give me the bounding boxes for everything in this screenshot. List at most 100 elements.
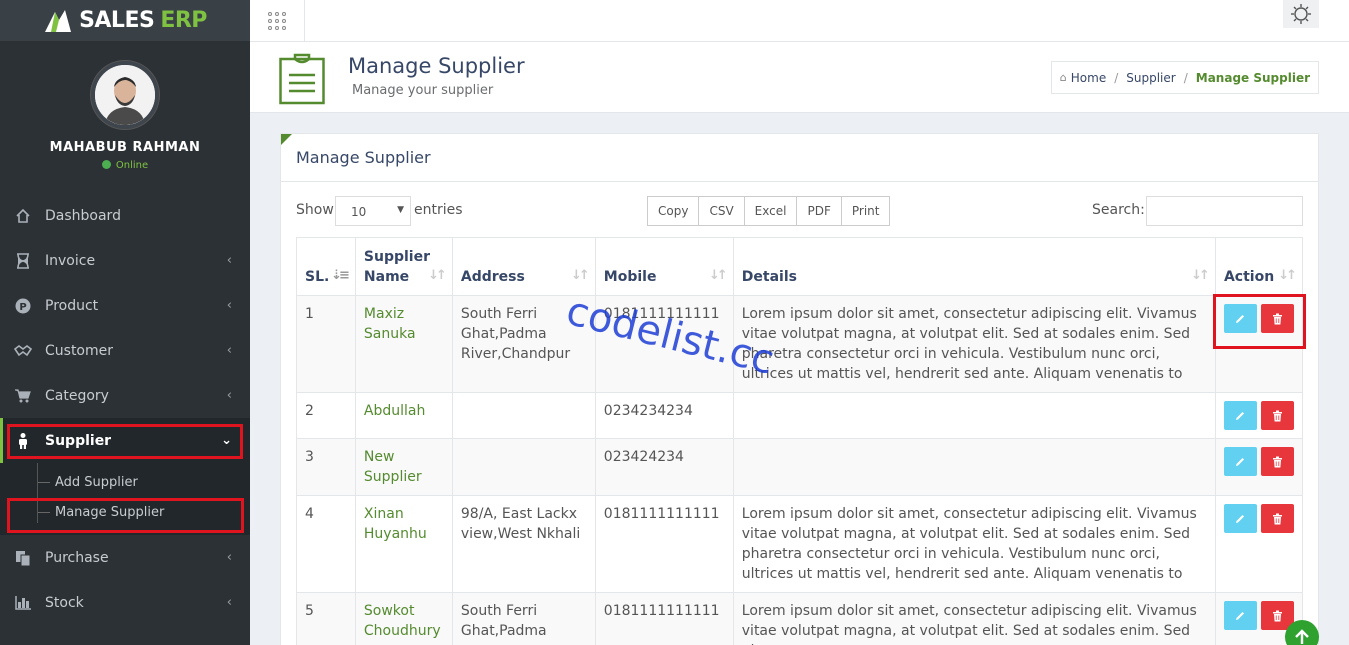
sidebar-nav: Dashboard Invoice ‹ P Product ‹ Customer… — [0, 193, 250, 625]
cart-icon — [14, 387, 32, 405]
table-header-row: SL. ⇣≡ Supplier Name ↓↑ Address ↓↑ Mobile ↓↑… — [296, 237, 1304, 296]
sidebar-item-purchase[interactable]: Purchase ‹ — [0, 535, 250, 580]
edit-button[interactable] — [1223, 447, 1257, 476]
sidebar: SALES ERP MAHABUB RAHMAN Online Dashboard — [0, 0, 250, 645]
submenu-tree-line — [37, 463, 38, 523]
cell-sl: 1 — [296, 295, 356, 393]
svg-text:P: P — [19, 302, 26, 313]
column-header-mobile[interactable]: Mobile ↓↑ — [594, 237, 734, 296]
cell-supplier-name[interactable]: Abdullah — [354, 392, 453, 439]
caret-down-icon: ▼ — [397, 205, 404, 215]
sidebar-item-customer[interactable]: Customer ‹ — [0, 328, 250, 373]
sidebar-item-supplier[interactable]: Supplier ⌄ — [0, 418, 250, 463]
delete-button[interactable] — [1260, 504, 1294, 533]
cell-supplier-name[interactable]: Xinan Huyanhu — [354, 495, 453, 593]
cell-supplier-name[interactable]: Sowkot Choudhury — [354, 592, 453, 645]
cell-details: Lorem ipsum dolor sit amet, consectetur … — [732, 295, 1216, 393]
csv-button[interactable]: CSV — [699, 197, 745, 225]
excel-button[interactable]: Excel — [745, 197, 798, 225]
settings-button[interactable] — [1283, 0, 1319, 28]
sidebar-item-label: Product — [45, 297, 99, 314]
table-controls: Show 10 ▼ entries Copy CSV Excel PDF Pri… — [296, 195, 1303, 227]
breadcrumb-parent[interactable]: Supplier — [1126, 71, 1175, 85]
column-header-address[interactable]: Address ↓↑ — [451, 237, 596, 296]
column-header-sl[interactable]: SL. ⇣≡ — [296, 237, 356, 296]
row-actions — [1223, 447, 1294, 476]
column-header-action[interactable]: Action ↓↑ — [1214, 237, 1304, 296]
delete-button[interactable] — [1260, 304, 1294, 333]
sidebar-item-invoice[interactable]: Invoice ‹ — [0, 238, 250, 283]
cell-mobile: 0181111111111 — [594, 495, 734, 593]
breadcrumb-home[interactable]: Home — [1071, 71, 1106, 85]
home-icon: ⌂ — [1059, 71, 1067, 84]
pencil-icon — [1236, 314, 1245, 323]
sidebar-item-stock[interactable]: Stock ‹ — [0, 580, 250, 625]
submenu-item-label: Add Supplier — [55, 474, 138, 490]
panel-title: Manage Supplier — [281, 134, 1318, 182]
cell-address — [451, 392, 596, 439]
cell-details — [732, 392, 1216, 439]
supplier-panel: Manage Supplier Show 10 ▼ entries Copy C… — [280, 133, 1319, 645]
column-header-details[interactable]: Details ↓↑ — [732, 237, 1216, 296]
edit-button[interactable] — [1223, 601, 1257, 630]
sort-icon: ↓↑ — [571, 268, 590, 283]
cell-mobile: 023424234 — [594, 438, 734, 496]
search-label: Search: — [1092, 202, 1145, 218]
chevron-left-icon: ‹ — [226, 253, 232, 268]
trash-icon — [1272, 610, 1282, 621]
brand-name: SALES — [79, 8, 155, 33]
sidebar-item-label: Stock — [45, 594, 84, 611]
sidebar-item-label: Customer — [45, 342, 114, 359]
edit-button[interactable] — [1223, 401, 1257, 430]
delete-button[interactable] — [1260, 401, 1294, 430]
table-row: 4 Xinan Huyanhu 98/A, East Lackx view,West… — [296, 495, 1304, 593]
edit-button[interactable] — [1223, 504, 1257, 533]
cell-supplier-name[interactable]: New Supplier — [354, 438, 453, 496]
hourglass-icon — [14, 252, 32, 270]
breadcrumb-separator: / — [1183, 70, 1188, 85]
row-actions — [1223, 504, 1294, 533]
chevron-left-icon: ‹ — [226, 343, 232, 358]
row-actions — [1223, 304, 1294, 333]
cell-mobile: 0234234234 — [594, 392, 734, 439]
cell-details: Lorem ipsum dolor sit amet, consectetur … — [732, 495, 1216, 593]
person-icon — [14, 432, 32, 450]
avatar[interactable] — [91, 61, 159, 129]
trash-icon — [1272, 513, 1282, 524]
copy-button[interactable]: Copy — [648, 197, 700, 225]
cell-mobile: 0181111111111 — [594, 295, 734, 393]
submenu-item-label: Manage Supplier — [55, 504, 165, 520]
entries-label: entries — [414, 202, 463, 218]
user-name: MAHABUB RAHMAN — [49, 140, 201, 155]
sidebar-item-dashboard[interactable]: Dashboard — [0, 193, 250, 238]
sort-icon: ↓↑ — [708, 268, 728, 283]
brand-logo[interactable]: SALES ERP — [0, 0, 250, 41]
page-length-value: 10 — [351, 205, 367, 219]
cell-sl: 2 — [296, 392, 356, 439]
print-button[interactable]: Print — [842, 197, 890, 225]
apps-menu-button[interactable] — [250, 0, 305, 41]
table-row: 5 Sowkot Choudhury South Ferri Ghat,Padma 0… — [296, 592, 1304, 645]
panel-corner-accent — [281, 134, 292, 145]
cell-address: 98/A, East Lackx view,West Nkhali — [451, 495, 596, 593]
user-avatar-icon — [95, 65, 155, 125]
sidebar-item-label: Invoice — [45, 252, 96, 269]
logo-icon — [45, 9, 72, 32]
sidebar-item-product[interactable]: P Product ‹ — [0, 283, 250, 328]
column-header-supplier-name[interactable]: Supplier Name ↓↑ — [354, 237, 453, 296]
table-row: 1 Maxiz Sanuka South Ferri Ghat,Padma Rive… — [296, 295, 1304, 393]
cell-sl: 3 — [296, 438, 356, 496]
brand-accent: ERP — [160, 8, 207, 33]
copy-icon — [14, 549, 32, 567]
cell-supplier-name[interactable]: Maxiz Sanuka — [354, 295, 453, 393]
page-length-select[interactable]: 10 ▼ — [335, 196, 411, 226]
delete-button[interactable] — [1260, 447, 1294, 476]
search-input[interactable] — [1146, 196, 1303, 226]
breadcrumb: ⌂ Home / Supplier / Manage Supplier — [1050, 61, 1319, 94]
sidebar-item-category[interactable]: Category ‹ — [0, 373, 250, 418]
sort-icon: ↓↑ — [1278, 268, 1297, 283]
pdf-button[interactable]: PDF — [797, 197, 842, 225]
clipboard-icon — [279, 53, 325, 105]
edit-button[interactable] — [1223, 304, 1257, 333]
trash-icon — [1272, 456, 1282, 467]
